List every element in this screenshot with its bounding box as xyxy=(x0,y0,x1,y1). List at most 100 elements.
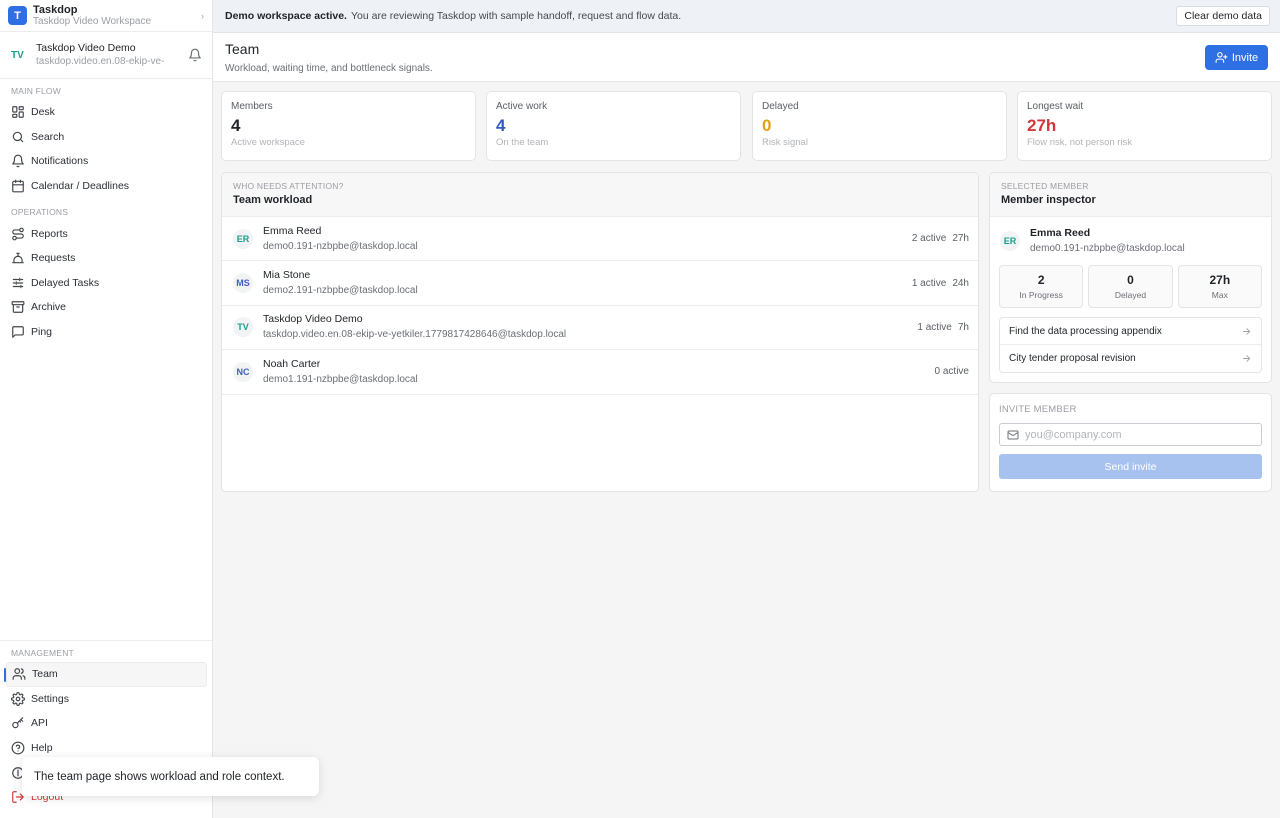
banner-text: You are reviewing Taskdop with sample ha… xyxy=(350,10,682,22)
member-info: Noah Carter demo1.191-nzbpbe@taskdop.loc… xyxy=(263,356,935,388)
nav-section-main-flow: Main flow xyxy=(11,86,61,96)
member-name: Emma Reed xyxy=(263,224,322,237)
member-name: Emma Reed xyxy=(1030,227,1091,239)
chevron-right-icon[interactable]: › xyxy=(201,11,204,21)
stat-note: On the team xyxy=(496,137,549,148)
member-wait: 7h xyxy=(957,321,969,333)
sidebar-item-settings[interactable]: Settings xyxy=(0,687,212,712)
sidebar-item-label: Archive xyxy=(31,301,67,314)
stat-value: 4 xyxy=(496,116,506,135)
workspace-text: Taskdop Video Demo taskdop.video.en.08-e… xyxy=(36,41,188,69)
sidebar-item-label: Search xyxy=(31,130,65,143)
bell-icon xyxy=(11,154,25,168)
sidebar-item-calendar[interactable]: Calendar / Deadlines xyxy=(0,174,212,199)
brand-logo: T xyxy=(8,6,27,25)
team-workload-panel: Who needs attention? Team workload ER Em… xyxy=(221,172,979,492)
brand-subtitle: Taskdop Video Workspace xyxy=(33,15,152,27)
stat-value: 4 xyxy=(231,116,241,135)
stat-value: 0 xyxy=(762,116,772,135)
metric-value: 0 xyxy=(1127,273,1134,287)
metric-value: 27h xyxy=(1209,273,1231,287)
invite-member-panel: Invite member Send invite xyxy=(989,393,1272,492)
metric-max: 27h Max xyxy=(1177,265,1262,308)
task-title: City tender proposal revision xyxy=(1009,353,1136,364)
avatar: NC xyxy=(233,361,253,382)
arrow-right-icon xyxy=(1242,355,1251,362)
member-wait: 24h xyxy=(952,277,969,289)
metric-label: Delayed xyxy=(1114,290,1147,300)
page-title: Team xyxy=(225,41,260,57)
member-email: demo1.191-nzbpbe@taskdop.local xyxy=(263,373,418,385)
brand-switcher[interactable]: T Taskdop Taskdop Video Workspace › xyxy=(0,0,212,32)
member-email: demo0.191-nzbpbe@taskdop.local xyxy=(263,240,418,252)
sidebar-item-archive[interactable]: Archive xyxy=(0,295,212,320)
member-name: Taskdop Video Demo xyxy=(263,313,363,326)
task-item[interactable]: Find the data processing appendix xyxy=(1000,318,1261,345)
user-plus-icon xyxy=(1215,52,1228,63)
page-header: Team Workload, waiting time, and bottlen… xyxy=(213,33,1280,82)
member-wait: 27h xyxy=(952,233,969,245)
invite-email-input[interactable] xyxy=(1025,428,1245,441)
nav-section-operations: Operations xyxy=(11,207,69,218)
stat-label: Delayed xyxy=(762,101,799,112)
sidebar-item-team[interactable]: Team xyxy=(4,662,207,687)
nav-section-management: Management xyxy=(11,648,74,658)
sidebar: T Taskdop Taskdop Video Workspace › TV T… xyxy=(0,0,213,818)
help-circle-icon xyxy=(11,741,25,755)
member-active-count: 0 active xyxy=(934,366,969,378)
member-row[interactable]: NC Noah Carter demo1.191-nzbpbe@taskdop.… xyxy=(222,350,978,395)
arrow-right-icon xyxy=(1242,327,1251,335)
stat-label: Longest wait xyxy=(1027,101,1084,112)
key-icon xyxy=(11,716,25,730)
users-icon xyxy=(12,667,26,681)
send-invite-button[interactable]: Send invite xyxy=(999,454,1262,479)
invite-email-field[interactable] xyxy=(999,423,1262,446)
stat-value: 27h xyxy=(1027,116,1057,135)
panel-kicker: Invite member xyxy=(999,404,1077,415)
member-metrics: 2 In Progress 0 Delayed 27h Max xyxy=(990,265,1271,308)
avatar: MS xyxy=(233,273,253,294)
sidebar-item-label: Help xyxy=(31,742,53,755)
avatar: ER xyxy=(233,228,253,249)
sidebar-item-requests[interactable]: Requests xyxy=(0,246,212,271)
invite-button[interactable]: Invite xyxy=(1205,45,1268,70)
bell-icon[interactable] xyxy=(188,48,202,62)
member-row[interactable]: MS Mia Stone demo2.191-nzbpbe@taskdop.lo… xyxy=(222,261,978,306)
workspace-name: Taskdop Video Demo xyxy=(36,42,136,54)
sidebar-item-search[interactable]: Search xyxy=(0,125,212,150)
member-info: Taskdop Video Demo taskdop.video.en.08-e… xyxy=(263,311,917,343)
sidebar-item-label: API xyxy=(31,717,48,730)
member-row[interactable]: ER Emma Reed demo0.191-nzbpbe@taskdop.lo… xyxy=(222,217,978,262)
member-inspector-panel: Selected member Member inspector ER Emma… xyxy=(989,172,1272,383)
sidebar-item-desk[interactable]: Desk xyxy=(0,100,212,125)
page-subtitle: Workload, waiting time, and bottleneck s… xyxy=(225,63,433,74)
avatar: TV xyxy=(233,317,253,338)
sidebar-item-label: Reports xyxy=(31,227,68,240)
sidebar-item-label: Team xyxy=(32,668,58,681)
brand-text: Taskdop Taskdop Video Workspace xyxy=(33,4,201,28)
clear-demo-data-button[interactable]: Clear demo data xyxy=(1176,6,1270,26)
sidebar-item-notifications[interactable]: Notifications xyxy=(0,149,212,174)
stat-card-members: Members 4 Active workspace xyxy=(221,91,476,161)
member-email: taskdop.video.en.08-ekip-ve-yetkiler.177… xyxy=(263,329,567,341)
sidebar-item-label: Settings xyxy=(31,692,69,705)
task-title: Find the data processing appendix xyxy=(1009,325,1162,337)
member-task-list: Find the data processing appendix City t… xyxy=(999,317,1262,373)
metric-value: 2 xyxy=(1037,273,1045,287)
workspace-email: taskdop.video.en.08-ekip-ve- xyxy=(36,56,165,67)
invite-button-label: Invite xyxy=(1231,51,1259,64)
workspace-card[interactable]: TV Taskdop Video Demo taskdop.video.en.0… xyxy=(0,32,212,79)
member-name: Mia Stone xyxy=(263,269,311,282)
sliders-icon xyxy=(11,276,25,290)
sidebar-item-reports[interactable]: Reports xyxy=(0,221,212,246)
stat-note: Active workspace xyxy=(231,137,305,148)
stat-note: Risk signal xyxy=(762,137,808,148)
member-email: demo2.191-nzbpbe@taskdop.local xyxy=(263,285,418,297)
sidebar-item-delayed-tasks[interactable]: Delayed Tasks xyxy=(0,271,212,296)
grid-icon xyxy=(11,105,25,119)
sidebar-item-ping[interactable]: Ping xyxy=(0,320,212,345)
sidebar-item-api[interactable]: API xyxy=(0,711,212,736)
member-row[interactable]: TV Taskdop Video Demo taskdop.video.en.0… xyxy=(222,306,978,351)
task-item[interactable]: City tender proposal revision xyxy=(1000,345,1261,372)
metric-label: In Progress xyxy=(1019,290,1063,300)
